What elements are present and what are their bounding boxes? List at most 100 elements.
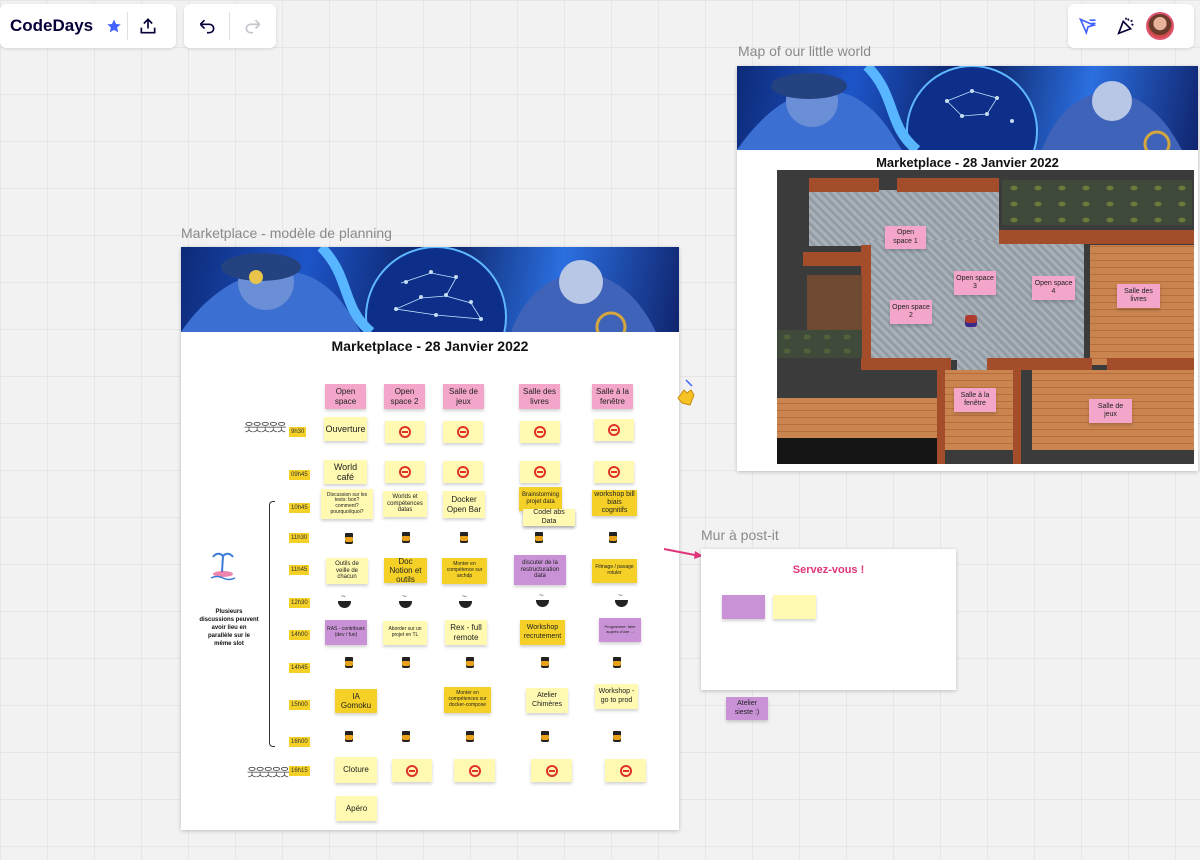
map-frame-label[interactable]: Map of our little world — [738, 43, 871, 59]
no-entry-icon — [545, 764, 558, 777]
map-wall — [809, 178, 879, 192]
session-sticky[interactable]: Monter en compétence sur archdp — [442, 558, 487, 584]
avatar[interactable] — [1146, 12, 1174, 40]
blocked-sticky[interactable] — [520, 461, 560, 483]
session-sticky[interactable]: Codel abs Data — [523, 509, 575, 526]
map-wall — [897, 178, 999, 192]
coffee-icon — [402, 731, 410, 742]
time-label: 14h45 — [289, 663, 310, 673]
room-header[interactable]: Salle des livres — [519, 384, 560, 409]
session-sticky[interactable]: discuter de la restructuration data — [514, 555, 566, 585]
session-sticky[interactable]: Atelier Chimères — [526, 688, 568, 713]
history-toolbar — [184, 4, 276, 48]
map-wall — [999, 230, 1194, 244]
session-sticky[interactable]: Programme: faire auprès d'une ... — [599, 618, 641, 642]
map-room-label[interactable]: Open space 2 — [890, 300, 932, 324]
no-entry-icon — [468, 764, 481, 777]
session-sticky[interactable]: Workshop recrutement — [520, 620, 565, 645]
room-header[interactable]: Open space — [325, 384, 366, 409]
map-room-label[interactable]: Salle de jeux — [1089, 399, 1132, 423]
postit-frame[interactable]: Servez-vous ! — [701, 549, 956, 690]
connector-arrow — [663, 548, 703, 559]
session-sticky[interactable]: Monter en compétences sur docker-compose — [444, 687, 491, 713]
lunch-bowl-icon — [399, 592, 412, 608]
coffee-icon — [541, 731, 549, 742]
session-sticky[interactable]: Filmage / pavage rotuler — [592, 559, 637, 583]
redo-icon[interactable] — [230, 4, 275, 48]
session-sticky[interactable]: Workshop - go to prod — [595, 684, 638, 709]
coffee-icon — [541, 657, 549, 668]
session-sticky[interactable]: Discussion sur les tests: bon? comment? … — [321, 489, 373, 519]
map-room-floor — [777, 398, 937, 438]
blocked-sticky[interactable] — [594, 461, 634, 483]
time-label: 16h00 — [289, 737, 310, 747]
no-entry-icon — [399, 466, 411, 478]
blocked-sticky[interactable] — [594, 419, 634, 441]
session-sticky[interactable]: World café — [324, 460, 367, 484]
upload-icon[interactable] — [128, 4, 168, 48]
blocked-sticky[interactable] — [385, 461, 425, 483]
blank-yellow-sticky[interactable] — [773, 595, 816, 619]
planning-frame[interactable]: Marketplace - 28 Janvier 2022 Open space… — [181, 247, 679, 830]
session-sticky[interactable]: Outils de veille de chacun — [326, 558, 368, 584]
session-sticky[interactable]: Cloture — [335, 757, 377, 783]
session-sticky[interactable]: workshop bill biais cognitifs — [592, 490, 637, 516]
blocked-sticky[interactable] — [520, 421, 560, 443]
map-banner-image — [737, 66, 1198, 150]
session-sticky[interactable]: Apéro — [336, 796, 377, 821]
lunch-bowl-icon — [536, 591, 549, 607]
no-entry-icon — [457, 466, 469, 478]
room-header[interactable]: Salle à la fenêtre — [592, 384, 633, 409]
time-label: 15h00 — [289, 700, 310, 710]
blocked-sticky[interactable] — [392, 759, 432, 782]
map-wall — [937, 370, 945, 464]
session-sticky[interactable]: Doc Notion et outils — [384, 557, 427, 584]
map-room-label[interactable]: Open space 3 — [954, 271, 996, 295]
map-room-label[interactable]: Open space 4 — [1032, 276, 1075, 300]
session-sticky[interactable]: RAS - contribuez (dev / fun) — [325, 620, 367, 645]
filter-icon[interactable] — [1068, 4, 1108, 48]
star-icon[interactable] — [101, 4, 127, 48]
map-frame[interactable]: Marketplace - 28 Janvier 2022 Open space… — [737, 66, 1198, 471]
session-sticky[interactable]: Ouverture — [324, 417, 367, 441]
blocked-sticky[interactable] — [443, 421, 483, 443]
room-header[interactable]: Open space 2 — [384, 384, 425, 409]
pixel-map[interactable]: Open space 1 Open space 3 Open space 4 O… — [777, 170, 1194, 464]
time-label: 10h45 — [289, 503, 310, 513]
room-header[interactable]: Salle de jeux — [443, 384, 484, 409]
coffee-icon — [535, 532, 543, 543]
lunch-bowl-icon — [459, 592, 472, 608]
session-sticky[interactable]: Aborder sur un projet en TL — [383, 621, 427, 645]
board-title[interactable]: CodeDays — [0, 16, 101, 36]
party-popper-icon[interactable] — [1108, 4, 1144, 48]
blocked-sticky[interactable] — [531, 759, 572, 782]
map-room-label[interactable]: Salle à la fenêtre — [954, 388, 996, 412]
postit-frame-label[interactable]: Mur à post-it — [701, 527, 779, 543]
session-sticky[interactable]: Docker Open Bar — [443, 491, 485, 518]
coffee-icon — [613, 731, 621, 742]
map-wall — [861, 358, 951, 370]
side-note: Plusieurs discussions peuvent avoir lieu… — [199, 609, 259, 647]
map-wall — [803, 252, 863, 266]
blocked-sticky[interactable] — [605, 759, 646, 782]
session-sticky[interactable]: Atelier sieste :) — [726, 697, 768, 720]
session-sticky[interactable]: Rex - full remote — [445, 620, 487, 645]
session-sticky[interactable]: Worlds et compétences datas — [383, 491, 427, 517]
bracket-line — [269, 501, 275, 747]
blocked-sticky[interactable] — [443, 461, 483, 483]
no-entry-icon — [399, 426, 411, 438]
map-lounge — [807, 275, 862, 335]
blocked-sticky[interactable] — [385, 421, 425, 443]
map-room-label[interactable]: Salle des livres — [1117, 284, 1160, 308]
blocked-sticky[interactable] — [454, 759, 495, 782]
session-sticky[interactable]: IA Gomoku — [335, 689, 377, 713]
time-label: 09h45 — [289, 470, 310, 480]
blank-purple-sticky[interactable] — [722, 595, 765, 619]
session-sticky[interactable]: Brainstorming projet data — [519, 487, 562, 511]
island-icon — [209, 552, 237, 582]
coffee-icon — [609, 532, 617, 543]
time-label: 12h30 — [289, 598, 310, 608]
planning-frame-label[interactable]: Marketplace - modèle de planning — [181, 225, 392, 241]
undo-icon[interactable] — [184, 4, 229, 48]
map-room-label[interactable]: Open space 1 — [885, 226, 926, 249]
